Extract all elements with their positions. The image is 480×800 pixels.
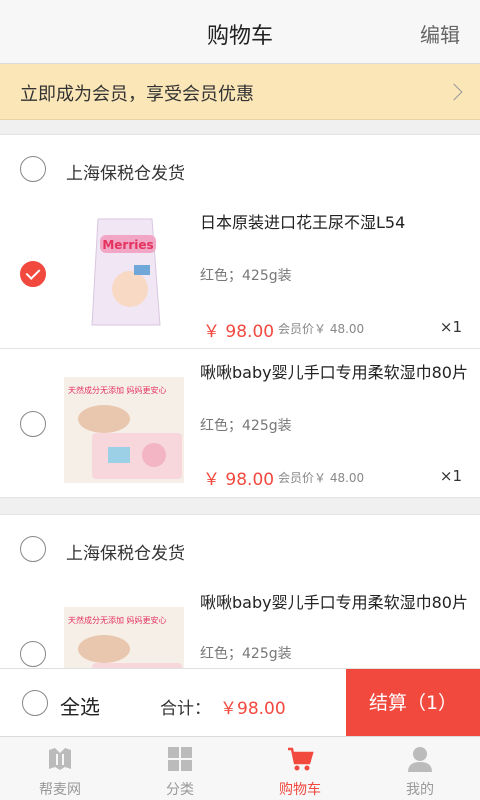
item-select-radio[interactable] <box>20 261 46 287</box>
thumb-slogan-text: 天然成分无添加 妈妈更安心 <box>68 385 167 395</box>
member-price: 会员价￥ 48.00 <box>278 322 365 336</box>
member-price: 会员价￥ 48.00 <box>278 471 365 485</box>
tab-label: 购物车 <box>279 782 321 798</box>
tab-label: 分类 <box>166 782 194 798</box>
product-spec: 红色；425g装 <box>200 268 292 284</box>
product-spec: 红色；425g装 <box>200 418 292 434</box>
tab-label: 我的 <box>406 782 434 798</box>
chevron-right-icon <box>445 83 463 101</box>
store-section: 上海保税仓发货 天然成分无添加 妈妈更安心 啾啾baby婴儿手口专用柔软湿巾80… <box>0 514 480 713</box>
member-banner[interactable]: 立即成为会员，享受会员优惠 <box>0 64 480 120</box>
tab-category[interactable]: 分类 <box>120 737 240 800</box>
select-all-label[interactable]: 全选 <box>60 691 100 720</box>
store-select-radio[interactable] <box>20 156 46 182</box>
page-title: 购物车 <box>206 24 273 49</box>
product-title[interactable]: 啾啾baby婴儿手口专用柔软湿巾80片 <box>200 591 468 615</box>
product-image[interactable]: 天然成分无添加 妈妈更安心 <box>64 363 184 483</box>
total-value: ￥98.00 <box>220 699 286 719</box>
tab-home[interactable]: 帮麦网 <box>0 737 120 800</box>
tab-profile[interactable]: 我的 <box>360 737 480 800</box>
product-title[interactable]: 啾啾baby婴儿手口专用柔软湿巾80片 <box>200 361 468 385</box>
store-select-radio[interactable] <box>20 536 46 562</box>
tab-cart[interactable]: 购物车 <box>240 737 360 800</box>
thumb-slogan-text: 天然成分无添加 妈妈更安心 <box>68 615 167 625</box>
store-section: 上海保税仓发货 Merries 日本原装进口花王尿不湿L54 红色；425g装 … <box>0 134 480 498</box>
user-icon <box>408 747 432 772</box>
home-logo-icon <box>49 748 71 770</box>
member-banner-text: 立即成为会员，享受会员优惠 <box>20 84 254 105</box>
select-all-radio[interactable] <box>22 690 48 716</box>
quantity: ×1 <box>439 318 462 336</box>
checkout-bar: 全选 合计： ￥98.00 结算（1） <box>0 668 480 737</box>
thumb-brand-text: Merries <box>102 238 153 252</box>
product-image[interactable]: Merries <box>64 213 184 333</box>
cart-item: 天然成分无添加 妈妈更安心 啾啾baby婴儿手口专用柔软湿巾80片 红色；425… <box>0 349 480 499</box>
tab-bar: 帮麦网 分类 购物车 我的 <box>0 736 480 800</box>
product-spec: 红色；425g装 <box>200 646 292 662</box>
store-name: 上海保税仓发货 <box>66 544 185 564</box>
cart-screen: 购物车 编辑 立即成为会员，享受会员优惠 上海保税仓发货 Merries 日本原… <box>0 0 480 800</box>
category-grid-icon <box>168 747 192 771</box>
product-price: ￥ 98.00 <box>203 470 275 490</box>
product-price: ￥ 98.00 <box>203 322 275 342</box>
quantity: ×1 <box>439 467 462 485</box>
top-bar: 购物车 编辑 <box>0 0 480 64</box>
edit-button[interactable]: 编辑 <box>420 19 460 48</box>
item-select-radio[interactable] <box>20 411 46 437</box>
store-name: 上海保税仓发货 <box>66 164 185 184</box>
cart-icon <box>288 747 314 771</box>
cart-item: Merries 日本原装进口花王尿不湿L54 红色；425g装 ￥ 98.00 … <box>0 199 480 349</box>
product-title[interactable]: 日本原装进口花王尿不湿L54 <box>200 211 468 235</box>
tab-label: 帮麦网 <box>39 782 81 798</box>
item-select-radio[interactable] <box>20 641 46 667</box>
checkout-button[interactable]: 结算（1） <box>346 669 480 737</box>
total-label: 合计： <box>160 699 211 719</box>
